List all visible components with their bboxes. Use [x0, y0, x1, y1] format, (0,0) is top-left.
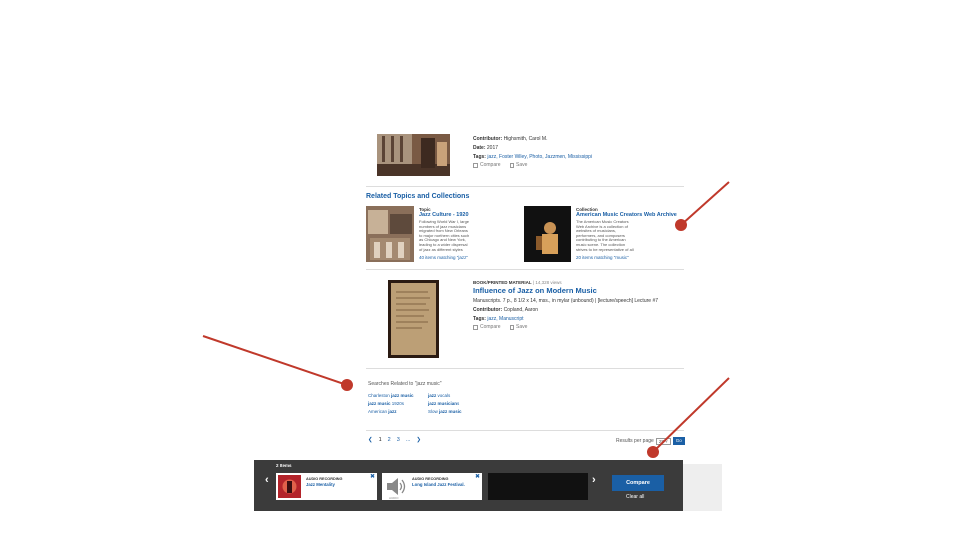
result-thumbnail[interactable]: [377, 134, 450, 176]
next-page-icon[interactable]: ❯: [416, 437, 421, 443]
jazz-culture-image[interactable]: [366, 206, 414, 262]
contributor-value: Highsmith, Carol M.: [503, 136, 548, 142]
clear-all-link[interactable]: Clear all: [626, 494, 644, 500]
tray-item-count: 2 Items: [276, 463, 292, 468]
prev-page-icon[interactable]: ❮: [368, 437, 373, 443]
related-search-link[interactable]: jazz musicians: [428, 401, 459, 406]
related-topics-heading: Related Topics and Collections: [366, 193, 470, 200]
jazz-culture-link[interactable]: Jazz Culture - 1920: [419, 212, 469, 218]
album-art-icon: [278, 475, 301, 498]
related-search-link[interactable]: Slow jazz music: [428, 409, 462, 414]
tray-card[interactable]: AUDIO RECORDING Jazz Mentality ✖: [276, 473, 377, 500]
tags-links-2[interactable]: jazz, Manuscript: [487, 316, 523, 322]
save-button-2[interactable]: Save: [510, 324, 527, 330]
tray-card-title[interactable]: Long Island Jazz Festival.: [412, 482, 470, 487]
tray-card-title[interactable]: Jazz Mentality: [306, 482, 364, 487]
date-value: 2017: [486, 145, 499, 151]
manuscript-thumbnail[interactable]: [388, 280, 439, 358]
tray-card[interactable]: AUDIO AUDIO RECORDING Long Island Jazz F…: [382, 473, 482, 500]
pagination-ellipsis: ...: [405, 437, 411, 443]
compare-checkbox[interactable]: Compare: [473, 162, 501, 168]
related-search-link[interactable]: American jazz: [368, 409, 397, 414]
tray-prev-icon[interactable]: ‹: [265, 474, 269, 486]
related-search-link[interactable]: Charleston jazz music: [368, 393, 414, 398]
close-icon[interactable]: ✖: [370, 473, 375, 480]
related-search-link[interactable]: jazz vocals: [428, 393, 450, 398]
item-title-link[interactable]: Influence of Jazz on Modern Music: [473, 286, 597, 295]
photo-thumbnail-image: [377, 134, 450, 176]
topic-items-link[interactable]: 40 items matching "jazz": [419, 255, 468, 260]
collection-items-link[interactable]: 20 items matching "music": [576, 255, 629, 260]
pagination: ❮ 1 2 3 ... ❯: [368, 437, 421, 443]
speaker-icon: AUDIO: [384, 475, 407, 500]
page-link[interactable]: 1: [379, 437, 382, 443]
results-per-page: Results per page 25 ˅ Go: [616, 437, 685, 445]
close-icon[interactable]: ✖: [475, 473, 480, 480]
screenshot-panel: Contributor: Highsmith, Carol M. Date: 2…: [254, 128, 722, 511]
related-search-link[interactable]: jazz music 1920s: [368, 401, 404, 406]
save-button[interactable]: Save: [510, 162, 527, 168]
tags-links[interactable]: jazz, Foster Wiley, Photo, Jazzmen, Miss…: [487, 154, 592, 160]
page-link[interactable]: 2: [388, 437, 391, 443]
format-label: BOOK/PRINTED MATERIAL: [473, 280, 532, 285]
compare-checkbox-2[interactable]: Compare: [473, 324, 501, 330]
go-button[interactable]: Go: [672, 437, 685, 445]
american-music-link[interactable]: American Music Creators Web Archive: [576, 212, 677, 218]
tray-next-icon[interactable]: ›: [592, 474, 596, 486]
american-music-image[interactable]: [524, 206, 571, 262]
related-searches-heading: Searches Related to "jazz music": [368, 381, 442, 387]
page-link[interactable]: 3: [397, 437, 400, 443]
compare-button[interactable]: Compare: [612, 475, 664, 491]
empty-tray-slot: [488, 473, 588, 500]
results-per-page-select[interactable]: 25 ˅: [655, 437, 671, 445]
audio-caption: AUDIO: [389, 496, 399, 500]
